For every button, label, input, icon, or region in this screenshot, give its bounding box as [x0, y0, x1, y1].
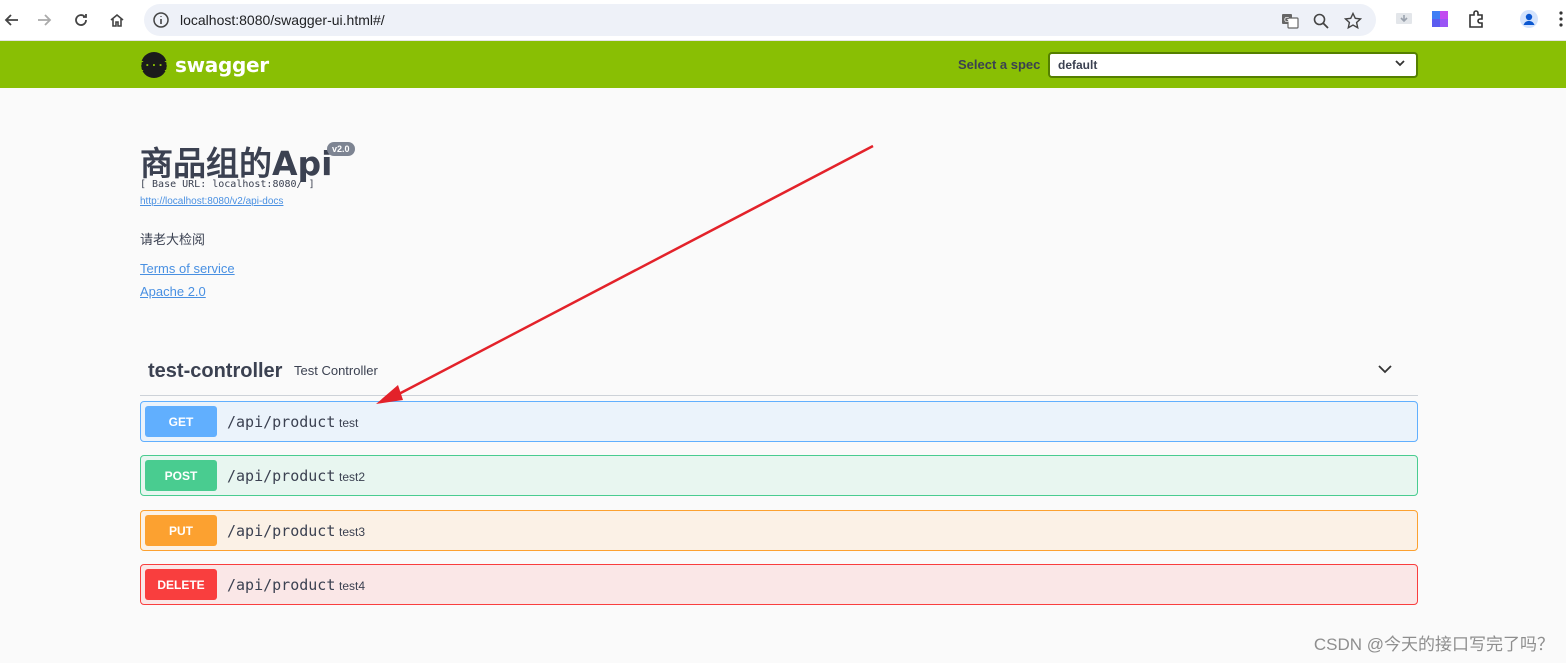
forward-icon[interactable]: [32, 8, 56, 32]
api-description: 请老大检阅: [140, 232, 206, 247]
operation-path: /api/product: [227, 467, 336, 485]
operation-put[interactable]: PUT /api/product test3: [140, 510, 1418, 551]
swagger-logo[interactable]: {···} swagger: [137, 52, 269, 78]
controller-name: test-controller: [148, 360, 283, 382]
address-bar[interactable]: localhost:8080/swagger-ui.html#/ G: [144, 4, 1376, 36]
site-info-icon[interactable]: [152, 11, 170, 29]
method-badge: GET: [145, 406, 217, 437]
swagger-logo-text: swagger: [175, 53, 269, 77]
reload-icon[interactable]: [69, 8, 93, 32]
profile-avatar-icon[interactable]: [1519, 9, 1539, 29]
translate-icon[interactable]: G: [1281, 12, 1299, 30]
browser-menu-icon[interactable]: [1556, 9, 1566, 29]
watermark: CSDN @今天的接口写完了吗？: [1313, 635, 1554, 654]
swagger-topbar: {···} swagger Select a spec default: [0, 41, 1566, 88]
method-badge: POST: [145, 460, 217, 491]
extension-app-icon[interactable]: [1430, 9, 1450, 29]
collapse-chevron-icon[interactable]: [1376, 360, 1394, 378]
base-url: [ Base URL: localhost:8080/ ]: [140, 179, 315, 190]
controller-header[interactable]: test-controller Test Controller: [140, 350, 1418, 396]
operation-path: /api/product: [227, 576, 336, 594]
operation-summary: test4: [339, 579, 366, 593]
home-icon[interactable]: [105, 8, 129, 32]
operation-summary: test2: [339, 470, 366, 484]
api-docs-link[interactable]: http://localhost:8080/v2/api-docs: [140, 196, 283, 207]
swagger-logo-icon: {···}: [137, 52, 171, 78]
bookmark-star-icon[interactable]: [1343, 11, 1363, 30]
version-badge: v2.0: [327, 142, 355, 156]
browser-toolbar: localhost:8080/swagger-ui.html#/ G: [0, 0, 1566, 41]
operation-get[interactable]: GET /api/product test: [140, 401, 1418, 442]
operation-post[interactable]: POST /api/product test2: [140, 455, 1418, 496]
chevron-down-icon: [1394, 57, 1406, 72]
spec-select-label: Select a spec: [958, 57, 1041, 72]
extension-download-icon[interactable]: [1394, 9, 1414, 29]
license-link[interactable]: Apache 2.0: [140, 284, 206, 299]
address-url: localhost:8080/swagger-ui.html#/: [180, 12, 385, 28]
api-title: 商品组的Api: [140, 144, 333, 183]
operation-path: /api/product: [227, 522, 336, 540]
terms-of-service-link[interactable]: Terms of service: [140, 261, 235, 276]
operation-path: /api/product: [227, 413, 336, 431]
spec-select[interactable]: default: [1048, 52, 1418, 78]
extensions-puzzle-icon[interactable]: [1466, 9, 1486, 29]
back-icon[interactable]: [0, 8, 24, 32]
svg-text:G: G: [1284, 16, 1289, 24]
spec-select-value: default: [1058, 58, 1098, 72]
operation-delete[interactable]: DELETE /api/product test4: [140, 564, 1418, 605]
zoom-icon[interactable]: [1312, 12, 1330, 30]
operation-summary: test3: [339, 525, 366, 539]
method-badge: PUT: [145, 515, 217, 546]
method-badge: DELETE: [145, 569, 217, 600]
operation-summary: test: [339, 416, 359, 430]
controller-description: Test Controller: [294, 363, 378, 378]
